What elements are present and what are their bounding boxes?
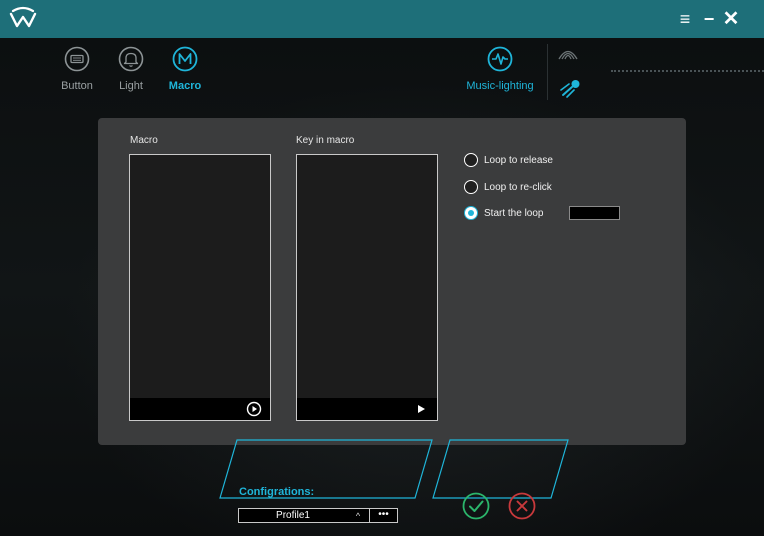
- option-loop-to-reclick[interactable]: Loop to re-click: [464, 179, 552, 195]
- option-label: Loop to re-click: [484, 181, 552, 193]
- radio-button[interactable]: [464, 180, 478, 194]
- macro-list-toolbar: [130, 398, 270, 420]
- keyboard-icon: [64, 46, 90, 72]
- wireless-signal-icon[interactable]: [557, 46, 579, 60]
- key-list-toolbar: [297, 398, 437, 420]
- more-options-button[interactable]: •••: [370, 508, 398, 523]
- macro-list[interactable]: [129, 154, 271, 421]
- key-in-macro-list[interactable]: [296, 154, 438, 421]
- comet-icon[interactable]: [560, 78, 582, 98]
- tab-music-lighting[interactable]: Music-lighting: [460, 46, 540, 92]
- configurations-label: Configrations:: [239, 486, 315, 498]
- play-circle-icon[interactable]: [246, 401, 262, 417]
- dotted-separator: [611, 70, 764, 72]
- option-label: Start the loop: [484, 207, 544, 219]
- key-list-title: Key in macro: [296, 135, 355, 146]
- tab-button[interactable]: Button: [52, 46, 102, 92]
- pulse-icon: [487, 46, 513, 72]
- check-circle-icon[interactable]: [461, 491, 491, 521]
- option-loop-to-release[interactable]: Loop to release: [464, 152, 553, 168]
- app-logo-icon: [9, 6, 37, 28]
- title-bar: ≡ − ✕: [0, 0, 764, 38]
- macro-m-icon: [172, 46, 198, 72]
- option-start-the-loop[interactable]: Start the loop: [464, 205, 543, 221]
- nav-divider: [547, 44, 548, 100]
- play-icon[interactable]: [413, 401, 429, 417]
- tab-light[interactable]: Light: [106, 46, 156, 92]
- tab-label: Music-lighting: [466, 80, 534, 92]
- profile-name: Profile1: [276, 510, 310, 521]
- tab-label: Light: [119, 80, 143, 92]
- bell-icon: [118, 46, 144, 72]
- macro-panel: Macro Key in macro Loop to release Loop …: [98, 118, 686, 445]
- close-icon[interactable]: ✕: [722, 9, 740, 29]
- tab-macro[interactable]: Macro: [160, 46, 210, 92]
- tab-label: Macro: [168, 80, 202, 92]
- macro-list-title: Macro: [130, 135, 158, 146]
- x-circle-icon[interactable]: [507, 491, 537, 521]
- profile-select[interactable]: Profile1 ^: [238, 508, 370, 523]
- loop-count-input[interactable]: [569, 206, 620, 220]
- radio-button[interactable]: [464, 153, 478, 167]
- caret-up-icon[interactable]: ^: [347, 511, 369, 521]
- radio-button-selected[interactable]: [464, 206, 478, 220]
- hamburger-icon[interactable]: ≡: [676, 9, 694, 29]
- minimize-icon[interactable]: −: [700, 9, 718, 29]
- tab-label: Button: [61, 80, 93, 92]
- option-label: Loop to release: [484, 154, 553, 166]
